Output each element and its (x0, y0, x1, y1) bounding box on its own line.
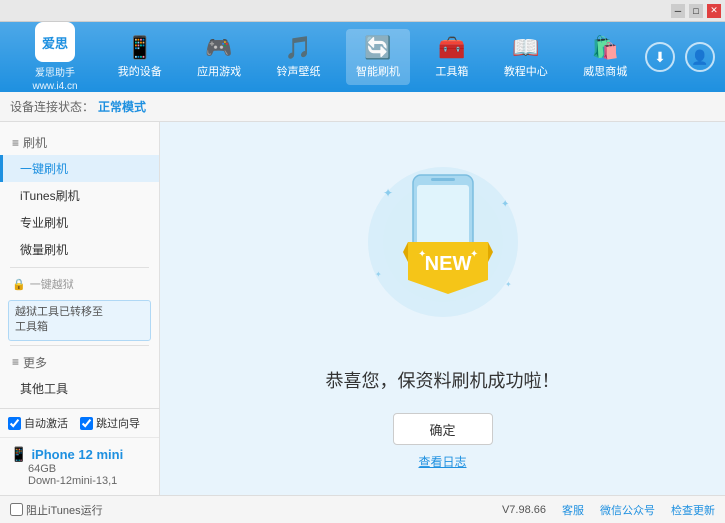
nav-ringtones[interactable]: 🎵 铃声壁纸 (267, 29, 331, 85)
sidebar-item-micro-flash[interactable]: 微量刷机 (0, 236, 159, 263)
svg-text:✦: ✦ (383, 186, 393, 200)
logo-area: 爱思 爱思助手 www.i4.cn (10, 22, 100, 92)
repair-log-link[interactable]: 查看日志 (418, 453, 466, 470)
bottombar: 阻止iTunes运行 V7.98.66 客服 微信公众号 检查更新 (0, 495, 725, 523)
statusbar: 设备连接状态： 正常模式 (0, 92, 725, 122)
confirm-button[interactable]: 确定 (393, 413, 493, 445)
jailbreak-label: 一键越狱 (30, 276, 74, 292)
bottom-left: 阻止iTunes运行 (10, 502, 103, 518)
minimize-button[interactable]: ─ (671, 4, 685, 18)
account-button[interactable]: 👤 (685, 42, 715, 72)
svg-text:✦: ✦ (375, 270, 382, 279)
device-storage: 64GB (28, 463, 149, 475)
sidebar: ≡ 刷机 一键刷机 iTunes刷机 专业刷机 微量刷机 🔒 一键越狱 越狱工具… (0, 122, 160, 495)
nav-toolbox[interactable]: 🧰 工具箱 (425, 29, 478, 85)
phone-small-icon: 📱 (10, 446, 27, 463)
download-button[interactable]: ⬇ (645, 42, 675, 72)
section-icon: ≡ (12, 136, 19, 150)
auto-activate-checkbox[interactable] (8, 417, 21, 430)
status-value: 正常模式 (98, 98, 146, 115)
main-layout: ≡ 刷机 一键刷机 iTunes刷机 专业刷机 微量刷机 🔒 一键越狱 越狱工具… (0, 122, 725, 495)
auto-activate-label[interactable]: 自动激活 (8, 415, 68, 431)
sidebar-warning-box: 越狱工具已转移至工具箱 (8, 300, 151, 341)
bottom-right: V7.98.66 客服 微信公众号 检查更新 (502, 502, 715, 518)
logo-website: www.i4.cn (32, 81, 77, 92)
more-section-icon: ≡ (12, 355, 19, 369)
nav-smart-flash[interactable]: 🔄 智能刷机 (346, 29, 410, 85)
success-message: 恭喜您，保资料刷机成功啦！ (326, 367, 560, 393)
status-label: 设备连接状态： (10, 98, 94, 115)
sidebar-item-other-tools[interactable]: 其他工具 (0, 375, 159, 402)
nav-weisi-store-label: 威思商城 (583, 63, 627, 79)
auto-activate-text: 自动激活 (24, 415, 68, 431)
device-model: Down-12mini-13,1 (28, 475, 149, 487)
nav-weisi-store[interactable]: 🛍️ 威思商城 (573, 29, 637, 85)
content-area: ✦ ✦ ✦ ✦ (160, 122, 725, 495)
section-label: 刷机 (23, 134, 47, 151)
sidebar-section-more: ≡ 更多 (0, 350, 159, 375)
update-link[interactable]: 检查更新 (671, 502, 715, 518)
nav-toolbox-label: 工具箱 (435, 63, 468, 79)
titlebar-controls: ─ □ ✕ (671, 4, 721, 18)
sidebar-item-itunes-flash[interactable]: iTunes刷机 (0, 182, 159, 209)
logo-icon: 爱思 (35, 22, 75, 62)
svg-text:✦: ✦ (470, 249, 478, 260)
store-icon: 🛍️ (592, 35, 619, 61)
svg-text:✦: ✦ (505, 280, 512, 289)
skip-wizard-checkbox[interactable] (80, 417, 93, 430)
sidebar-divider-1 (10, 267, 149, 268)
phone-illustration: ✦ ✦ ✦ ✦ (353, 147, 533, 347)
version-text: V7.98.66 (502, 504, 546, 516)
sidebar-item-one-key-flash[interactable]: 一键刷机 (0, 155, 159, 182)
header: 爱思 爱思助手 www.i4.cn 📱 我的设备 🎮 应用游戏 🎵 铃声壁纸 🔄… (0, 22, 725, 92)
close-button[interactable]: ✕ (707, 4, 721, 18)
more-section-label: 更多 (23, 354, 47, 371)
nav-apps-games-label: 应用游戏 (197, 63, 241, 79)
device-name: iPhone 12 mini (31, 447, 123, 462)
nav-items: 📱 我的设备 🎮 应用游戏 🎵 铃声壁纸 🔄 智能刷机 🧰 工具箱 📖 教程中心… (100, 29, 645, 85)
service-link[interactable]: 客服 (562, 502, 584, 518)
skip-wizard-label[interactable]: 跳过向导 (80, 415, 140, 431)
nav-tutorial-label: 教程中心 (504, 63, 548, 79)
nav-my-device[interactable]: 📱 我的设备 (108, 29, 172, 85)
nav-my-device-label: 我的设备 (118, 63, 162, 79)
stop-itunes-label[interactable]: 阻止iTunes运行 (10, 502, 103, 518)
sidebar-item-pro-flash[interactable]: 专业刷机 (0, 209, 159, 236)
header-right: ⬇ 👤 (645, 42, 715, 72)
logo-text: 爱思助手 (35, 64, 75, 79)
nav-tutorial[interactable]: 📖 教程中心 (494, 29, 558, 85)
ringtone-icon: 🎵 (285, 35, 312, 61)
flash-icon: 🔄 (364, 35, 391, 61)
wechat-link[interactable]: 微信公众号 (600, 502, 655, 518)
titlebar: ─ □ ✕ (0, 0, 725, 22)
nav-ringtones-label: 铃声壁纸 (277, 63, 321, 79)
device-info: 📱 iPhone 12 mini 64GB Down-12mini-13,1 (0, 438, 159, 495)
toolbox-icon: 🧰 (438, 35, 465, 61)
nav-smart-flash-label: 智能刷机 (356, 63, 400, 79)
stop-itunes-checkbox[interactable] (10, 503, 23, 516)
svg-text:NEW: NEW (424, 253, 471, 275)
skip-wizard-text: 跳过向导 (96, 415, 140, 431)
sidebar-jailbreak-disabled: 🔒 一键越狱 (0, 272, 159, 296)
tutorial-icon: 📖 (512, 35, 539, 61)
svg-text:✦: ✦ (501, 199, 509, 210)
device-icon: 📱 (126, 35, 153, 61)
lock-icon: 🔒 (12, 278, 26, 291)
maximize-button[interactable]: □ (689, 4, 703, 18)
sidebar-section-flash: ≡ 刷机 (0, 130, 159, 155)
stop-itunes-text: 阻止iTunes运行 (26, 502, 103, 518)
phone-svg: ✦ ✦ ✦ ✦ (353, 147, 533, 347)
checkbox-area: 自动激活 跳过向导 (8, 415, 151, 431)
nav-apps-games[interactable]: 🎮 应用游戏 (187, 29, 251, 85)
sidebar-divider-2 (10, 345, 149, 346)
apps-icon: 🎮 (205, 35, 232, 61)
svg-text:✦: ✦ (418, 249, 426, 260)
